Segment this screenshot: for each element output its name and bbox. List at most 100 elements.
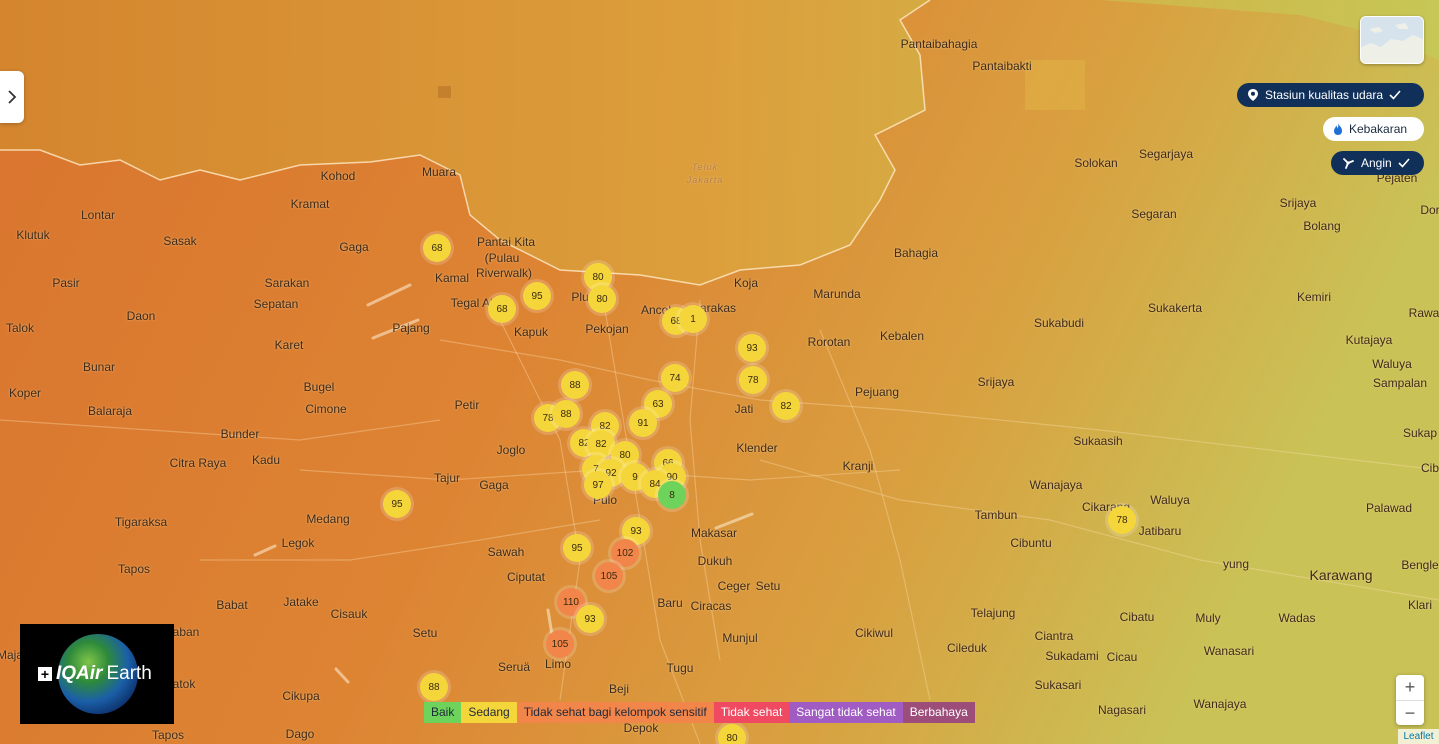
place-label: Plu bbox=[571, 290, 589, 304]
aqi-station-marker[interactable]: 1 bbox=[679, 305, 707, 333]
layer-toggle-stations[interactable]: Stasiun kualitas udara bbox=[1237, 83, 1424, 107]
place-label: Citra Raya bbox=[169, 456, 227, 470]
layer-toggle-wind[interactable]: Angin bbox=[1331, 151, 1424, 175]
leaflet-attribution-link[interactable]: Leaflet bbox=[1398, 729, 1439, 744]
place-label: Telajung bbox=[970, 606, 1016, 620]
legend-item-tidak-sehat: Tidak sehat bbox=[713, 702, 790, 723]
place-label: Seruä bbox=[497, 660, 531, 674]
chevron-right-icon bbox=[8, 90, 17, 104]
place-label: Dago bbox=[285, 727, 315, 741]
place-label: Rorotan bbox=[807, 335, 851, 349]
aqi-station-marker[interactable]: 88 bbox=[561, 371, 589, 399]
location-pin-icon bbox=[1248, 89, 1258, 101]
place-label: Cicau bbox=[1106, 650, 1138, 664]
place-label: Koja bbox=[733, 276, 759, 290]
place-label: Makasar bbox=[690, 526, 738, 540]
place-label: Sukasari bbox=[1034, 678, 1082, 692]
aqi-station-marker[interactable]: 91 bbox=[629, 409, 657, 437]
place-label: Bunder bbox=[220, 427, 260, 441]
place-label: Gaga bbox=[479, 478, 509, 492]
place-label: Bugel bbox=[303, 380, 335, 394]
place-label: Kemiri bbox=[1296, 290, 1332, 304]
aqi-station-marker[interactable]: 93 bbox=[576, 605, 604, 633]
place-label: Srijaya bbox=[1279, 196, 1317, 210]
place-label: yung bbox=[1222, 557, 1250, 571]
place-label: Depok bbox=[623, 721, 659, 735]
minimap-thumbnail bbox=[1361, 17, 1423, 63]
place-label: Sarakan bbox=[264, 276, 310, 290]
place-label: Dukuh bbox=[697, 554, 733, 568]
place-label: Riverwalk) bbox=[475, 266, 533, 280]
aqi-station-marker[interactable]: 80 bbox=[588, 285, 616, 313]
aqi-station-marker[interactable]: 95 bbox=[383, 490, 411, 518]
place-label: Ciantra bbox=[1034, 629, 1074, 643]
place-label: Sasak bbox=[163, 234, 197, 248]
place-label: Klari bbox=[1407, 598, 1433, 612]
place-label: atok bbox=[172, 677, 196, 691]
place-label: Setu bbox=[755, 579, 781, 593]
place-label: Wanajaya bbox=[1029, 478, 1083, 492]
place-label: Cisauk bbox=[330, 607, 368, 621]
aqi-station-marker[interactable]: 95 bbox=[523, 282, 551, 310]
place-label: Jati bbox=[734, 402, 754, 416]
place-label: Marunda bbox=[813, 287, 861, 301]
legend-item-baik: Baik bbox=[424, 702, 462, 723]
place-label: Pantaibakti bbox=[972, 59, 1032, 73]
aqi-station-marker[interactable]: 78 bbox=[739, 366, 767, 394]
aqi-station-marker[interactable]: 93 bbox=[738, 334, 766, 362]
place-label: Koper bbox=[8, 386, 42, 400]
place-label: Tapos bbox=[117, 562, 151, 576]
aqi-station-marker[interactable]: 8 bbox=[658, 481, 686, 509]
place-label: Cibuntu bbox=[1010, 536, 1052, 550]
place-label: Wanajaya bbox=[1193, 697, 1247, 711]
zoom-in-button[interactable]: + bbox=[1396, 675, 1424, 700]
place-label: Jatibaru bbox=[1138, 524, 1182, 538]
zoom-out-button[interactable]: − bbox=[1396, 700, 1424, 726]
place-label: Kranji bbox=[842, 459, 874, 473]
place-label: Sukabudi bbox=[1033, 316, 1085, 330]
place-label: Segarjaya bbox=[1138, 147, 1194, 161]
map-canvas[interactable]: Pantaibahagia Pantaibakti Solokan Segarjaya… bbox=[0, 0, 1439, 744]
water-label-teluk: Teluk bbox=[691, 162, 719, 172]
logo-wordmark: + IQAir Earth bbox=[38, 663, 152, 685]
logo-brand: IQAir bbox=[56, 663, 103, 684]
place-label: Karawang bbox=[1309, 567, 1373, 583]
place-label: Bahagia bbox=[893, 246, 939, 260]
aqi-station-marker[interactable]: 78 bbox=[1108, 506, 1136, 534]
aqi-station-marker[interactable]: 105 bbox=[595, 562, 623, 590]
place-label: Bolang bbox=[1303, 219, 1341, 233]
minimap-button[interactable] bbox=[1360, 16, 1424, 64]
place-label: Cikiwul bbox=[854, 626, 894, 640]
aqi-station-marker[interactable]: 74 bbox=[661, 364, 689, 392]
place-label: Beji bbox=[608, 682, 630, 696]
place-label: Jatake bbox=[283, 595, 319, 609]
aqi-station-marker[interactable]: 95 bbox=[563, 534, 591, 562]
legend-item-sedang: Sedang bbox=[461, 702, 517, 723]
place-label: Petir bbox=[454, 398, 480, 412]
aqi-station-marker[interactable]: 80 bbox=[718, 724, 746, 744]
sidebar-toggle-button[interactable] bbox=[0, 71, 24, 123]
place-label: Pajang bbox=[392, 321, 430, 335]
place-label: Pejuang bbox=[854, 385, 900, 399]
place-label: Pasir bbox=[52, 276, 80, 290]
place-label: Bengle bbox=[1401, 558, 1439, 572]
aqi-station-marker[interactable]: 82 bbox=[772, 392, 800, 420]
aqi-station-marker[interactable]: 88 bbox=[552, 400, 580, 428]
zoom-control: + − bbox=[1396, 675, 1424, 725]
place-label: Palawad bbox=[1365, 501, 1413, 515]
place-label: Sukap bbox=[1402, 426, 1438, 440]
place-label: Pantai Kita bbox=[476, 235, 536, 249]
aqi-station-marker[interactable]: 105 bbox=[546, 630, 574, 658]
place-label: Wanasari bbox=[1203, 644, 1255, 658]
aqi-station-marker[interactable]: 68 bbox=[423, 234, 451, 262]
aqi-station-marker[interactable]: 68 bbox=[488, 295, 516, 323]
place-label: Pekojan bbox=[585, 322, 629, 336]
wind-icon bbox=[1343, 158, 1354, 169]
aqi-station-marker[interactable]: 97 bbox=[584, 471, 612, 499]
place-label: (Pulau bbox=[484, 251, 520, 265]
layer-toggle-fires[interactable]: Kebakaran bbox=[1323, 117, 1424, 141]
place-label: Sawah bbox=[487, 545, 525, 559]
place-label: Muara bbox=[421, 165, 457, 179]
aqi-station-marker[interactable]: 88 bbox=[420, 673, 448, 701]
iqair-earth-logo[interactable]: + IQAir Earth bbox=[20, 624, 174, 724]
